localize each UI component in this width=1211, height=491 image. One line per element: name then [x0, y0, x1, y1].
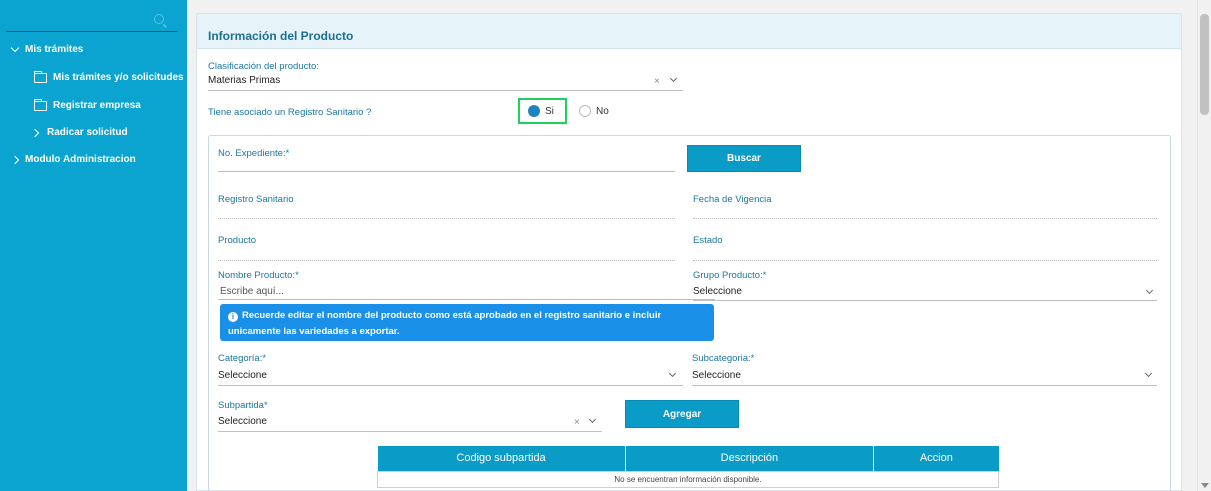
expediente-label: No. Expediente:* — [218, 148, 290, 159]
radio-no[interactable]: No — [579, 105, 609, 117]
registro-sanitario-label: Registro Sanitario — [218, 194, 294, 205]
registro-sanitario-value — [218, 218, 675, 219]
radio-si[interactable]: Si — [528, 105, 554, 117]
table-header-codigo[interactable]: Codigo subpartida — [377, 446, 626, 471]
grupo-producto-label: Grupo Producto:* — [693, 270, 767, 281]
chevron-down-icon[interactable] — [668, 368, 677, 379]
buscar-button[interactable]: Buscar — [687, 145, 801, 172]
clasificacion-label: Clasificación del producto: — [208, 61, 319, 72]
subpartida-select[interactable]: Seleccione — [218, 416, 267, 427]
grupo-producto-select[interactable]: Seleccione — [693, 286, 742, 297]
fecha-vigencia-label: Fecha de Vigencia — [693, 194, 772, 205]
table-header-accion[interactable]: Accion — [873, 446, 999, 471]
sidebar: Mis trámites Mis trámites y/o solicitude… — [0, 0, 187, 491]
radio-selected-icon — [528, 105, 540, 117]
sidebar-item-modulo-administracion[interactable]: Modulo Administracion — [10, 154, 136, 165]
clear-icon[interactable]: × — [654, 76, 660, 87]
table-header-descripcion[interactable]: Descripción — [625, 446, 875, 471]
chevron-down-icon[interactable] — [1145, 285, 1154, 296]
sidebar-search[interactable] — [6, 10, 178, 32]
table-row: No se encuentran información disponible. — [377, 470, 999, 488]
estado-label: Estado — [693, 235, 723, 246]
folder-icon — [33, 98, 47, 111]
folder-icon — [33, 70, 47, 83]
chevron-down-icon[interactable] — [669, 73, 678, 84]
scroll-down-icon[interactable] — [1201, 483, 1209, 488]
table-empty-message: No se encuentran información disponible. — [377, 470, 999, 488]
page-scrollbar[interactable] — [1197, 0, 1211, 491]
radio-unselected-icon — [579, 105, 591, 117]
producto-value — [218, 260, 675, 261]
sidebar-item-radicar-solicitud[interactable]: Radicar solicitud — [30, 127, 128, 138]
categoria-label: Categoría:* — [218, 353, 267, 364]
subpartida-label: Subpartida* — [218, 400, 268, 411]
clasificacion-select[interactable]: Materias Primas — [208, 75, 280, 86]
chevron-right-icon — [10, 155, 20, 164]
sidebar-item-mis-tramites[interactable]: Mis trámites — [10, 43, 84, 55]
radio-si-label: Si — [545, 105, 554, 117]
subpartida-underline — [218, 431, 602, 432]
product-info-panel: Información del Producto Clasificación d… — [196, 13, 1182, 491]
estado-value — [693, 260, 1157, 261]
producto-label: Producto — [218, 235, 257, 246]
clasificacion-underline — [208, 90, 683, 91]
nombre-producto-underline — [218, 299, 715, 300]
subpartida-table: Codigo subpartida Descripción Accion No … — [377, 446, 999, 488]
search-icon[interactable] — [154, 14, 164, 24]
info-alert: i Recuerde editar el nombre del producto … — [220, 304, 714, 341]
nombre-producto-label: Nombre Producto:* — [218, 270, 299, 281]
categoria-select[interactable]: Seleccione — [218, 370, 267, 381]
subcategoria-underline — [692, 385, 1157, 386]
sidebar-item-label: Radicar solicitud — [47, 127, 128, 138]
radio-no-label: No — [596, 105, 609, 117]
chevron-right-icon — [30, 128, 40, 137]
sidebar-item-label: Registrar empresa — [53, 100, 141, 111]
grupo-producto-underline — [693, 300, 1157, 301]
clear-icon[interactable]: × — [574, 417, 580, 428]
categoria-underline — [218, 385, 683, 386]
sidebar-item-registrar-empresa[interactable]: Registrar empresa — [33, 98, 141, 111]
sidebar-item-mis-tramites-solicitudes[interactable]: Mis trámites y/o solicitudes — [33, 70, 184, 83]
sidebar-item-label: Mis trámites y/o solicitudes — [53, 72, 184, 83]
sidebar-item-label: Modulo Administracion — [25, 154, 136, 165]
expediente-input[interactable] — [218, 171, 675, 172]
scrollbar-thumb[interactable] — [1200, 14, 1209, 115]
info-icon: i — [228, 312, 238, 322]
info-message: Recuerde editar el nombre del producto c… — [228, 310, 662, 337]
registro-question-label: Tiene asociado un Registro Sanitario ? — [208, 107, 372, 118]
agregar-button[interactable]: Agregar — [625, 400, 739, 428]
panel-title: Información del Producto — [197, 14, 1181, 49]
chevron-down-icon[interactable] — [1144, 368, 1153, 379]
fecha-vigencia-value — [693, 218, 1157, 219]
subcategoria-select[interactable]: Seleccione — [692, 370, 741, 381]
subcategoria-label: Subcategoria:* — [692, 353, 755, 364]
chevron-down-icon[interactable] — [588, 414, 597, 425]
sidebar-item-label: Mis trámites — [25, 44, 84, 55]
chevron-down-icon — [10, 43, 20, 53]
nombre-producto-input[interactable]: Escribe aquí... — [220, 286, 284, 297]
